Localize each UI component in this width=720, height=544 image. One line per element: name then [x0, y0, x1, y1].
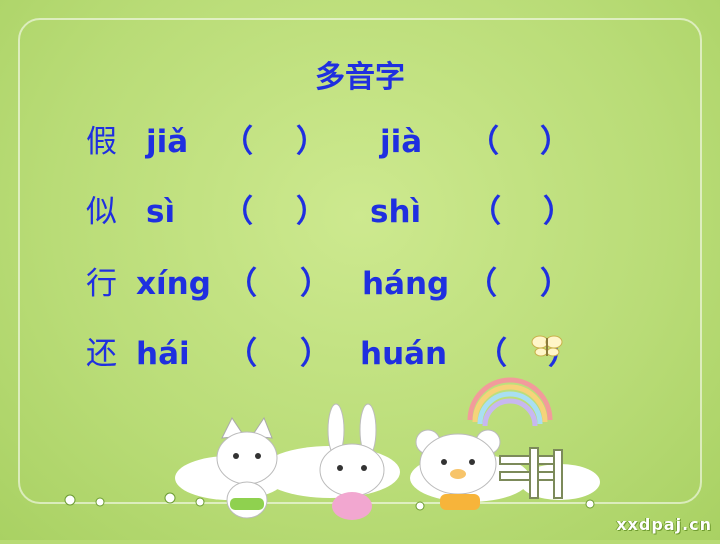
polyphone-row: 似 sì （ ） shì （ ） — [0, 192, 720, 242]
polyphone-row: 行 xíng （ ） háng （ ） — [0, 264, 720, 314]
blank-open-1: （ — [226, 266, 257, 302]
blank-close-2: ） — [540, 266, 571, 302]
pinyin-1: sì — [146, 194, 176, 230]
pinyin-2: shì — [370, 194, 422, 230]
scene-illustration — [64, 337, 600, 520]
rainbow-icon — [467, 377, 553, 427]
blank-open-2: （ — [470, 194, 501, 230]
hanzi: 似 — [86, 194, 117, 230]
blank-open-1: （ — [222, 124, 253, 160]
blank-open-2: （ — [468, 124, 499, 160]
pinyin-2: jià — [380, 124, 423, 160]
pinyin-1: xíng — [136, 266, 211, 302]
pinyin-1: jiǎ — [146, 124, 189, 160]
rabbit-icon — [319, 403, 385, 520]
blank-close-2: ） — [540, 124, 571, 160]
blank-open-1: （ — [222, 194, 253, 230]
polyphone-row: 假 jiǎ （ ） jià （ ） — [0, 122, 720, 172]
hanzi: 假 — [86, 124, 117, 160]
hanzi: 行 — [86, 266, 117, 302]
blank-close-1: ） — [296, 124, 327, 160]
butterfly-icon — [531, 335, 563, 357]
cat-icon — [216, 416, 278, 519]
pinyin-2: háng — [362, 266, 450, 302]
blank-close-2: ） — [543, 194, 574, 230]
blank-close-1: ） — [296, 194, 327, 230]
watermark-text: xxdpaj.cn — [616, 515, 712, 534]
blank-close-1: ） — [300, 266, 331, 302]
slide-title: 多音字 — [315, 60, 405, 95]
cartoon-scene — [0, 337, 720, 540]
blank-open-2: （ — [466, 266, 497, 302]
